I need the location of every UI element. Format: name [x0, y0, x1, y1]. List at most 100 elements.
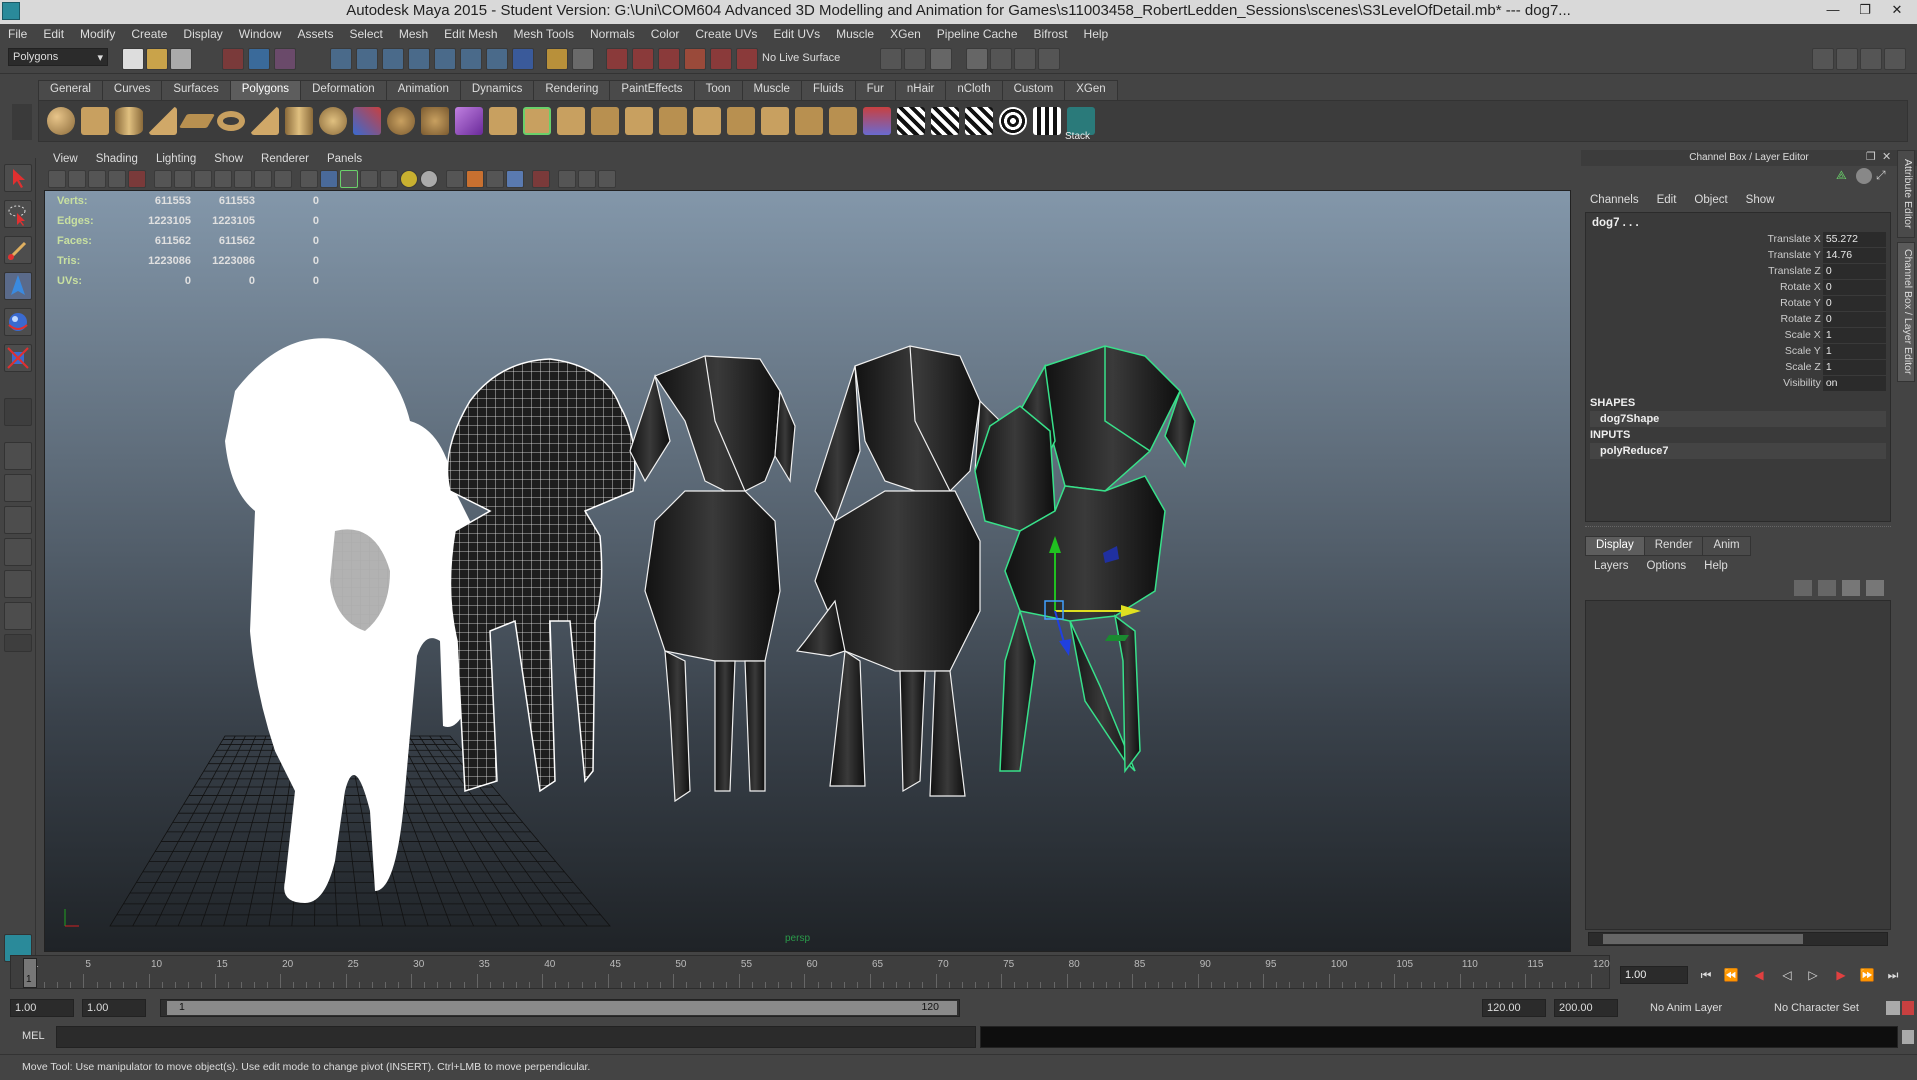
image-plane-icon[interactable]: [108, 170, 126, 188]
scale-tool-icon[interactable]: [4, 344, 32, 372]
new-scene-icon[interactable]: [122, 48, 144, 70]
menu-file[interactable]: File: [0, 27, 35, 41]
persp-graph-hypershade-layout-icon[interactable]: [4, 602, 32, 630]
resolution-gate-icon[interactable]: [194, 170, 212, 188]
poly-cylinder-icon[interactable]: [115, 107, 143, 135]
paint-select-tool-icon[interactable]: [4, 236, 32, 264]
shelf-tab-ncloth[interactable]: nCloth: [945, 80, 1003, 100]
channel-box-menu-edit[interactable]: Edit: [1648, 194, 1686, 206]
dog-model-low-poly[interactable]: [629, 355, 796, 803]
scrollbar-thumb[interactable]: [1603, 934, 1803, 944]
poly-cube-icon[interactable]: [81, 107, 109, 135]
shelf-tab-xgen[interactable]: XGen: [1064, 80, 1118, 100]
poly-plane-icon[interactable]: [178, 114, 216, 128]
insert-edge-loop-icon[interactable]: [693, 107, 721, 135]
mirror-icon[interactable]: [489, 107, 517, 135]
shelf-tab-toon[interactable]: Toon: [693, 80, 743, 100]
planar-map-icon[interactable]: [931, 107, 959, 135]
go-to-end-button[interactable]: ⏭: [1882, 964, 1904, 986]
poly-sphere-icon[interactable]: [47, 107, 75, 135]
automatic-map-icon[interactable]: [1033, 107, 1061, 135]
attr-translate-y[interactable]: Translate Y 14.76: [1586, 247, 1886, 263]
render-settings-icon[interactable]: [658, 48, 680, 70]
poly-soccer-ball-icon[interactable]: [319, 107, 347, 135]
new-layer-icon[interactable]: [1842, 580, 1860, 596]
menu-mesh-tools[interactable]: Mesh Tools: [506, 27, 582, 41]
menu-pipeline-cache[interactable]: Pipeline Cache: [929, 27, 1026, 41]
render-current-icon[interactable]: [606, 48, 628, 70]
select-tool-icon[interactable]: [4, 164, 32, 192]
go-to-start-button[interactable]: ⏮: [1695, 964, 1717, 986]
save-scene-icon[interactable]: [170, 48, 192, 70]
current-time-field[interactable]: 1.00: [1620, 966, 1688, 984]
four-view-layout-icon[interactable]: [4, 474, 32, 502]
move-layer-up-icon[interactable]: [1794, 580, 1812, 596]
attr-rotate-x[interactable]: Rotate X0: [1586, 279, 1886, 295]
playback-start-field[interactable]: 1.00: [82, 999, 146, 1017]
viewport-menu-lighting[interactable]: Lighting: [147, 153, 205, 165]
shadows-icon[interactable]: [420, 170, 438, 188]
shelf-tab-curves[interactable]: Curves: [101, 80, 163, 100]
extract-icon[interactable]: [455, 107, 483, 135]
anim-layer-dropdown[interactable]: No Anim Layer: [1630, 999, 1750, 1017]
gate-mask-icon[interactable]: [214, 170, 232, 188]
script-editor-icon[interactable]: [1902, 1030, 1914, 1044]
dog-model-wireframe[interactable]: [446, 358, 636, 793]
layout-more-icon[interactable]: [4, 634, 32, 652]
smooth-shade-icon[interactable]: [320, 170, 338, 188]
wireframe-icon[interactable]: [300, 170, 318, 188]
step-back-frame-button[interactable]: ⏪: [1720, 964, 1742, 986]
viewport-menu-show[interactable]: Show: [205, 153, 252, 165]
xray-joints-icon[interactable]: [578, 170, 596, 188]
menu-edit-mesh[interactable]: Edit Mesh: [436, 27, 505, 41]
layer-tab-anim[interactable]: Anim: [1702, 536, 1751, 556]
poly-pyramid-icon[interactable]: [251, 107, 279, 135]
menu-help[interactable]: Help: [1076, 27, 1117, 41]
float-panel-icon[interactable]: ❐: [1866, 150, 1880, 164]
shelf-tab-custom[interactable]: Custom: [1001, 80, 1066, 100]
menu-create[interactable]: Create: [123, 27, 175, 41]
shelf-tab-nhair[interactable]: nHair: [894, 80, 947, 100]
menu-bifrost[interactable]: Bifrost: [1026, 27, 1076, 41]
sculpt-geometry-icon[interactable]: [863, 107, 891, 135]
attr-translate-x[interactable]: Translate X 55.272: [1586, 231, 1886, 247]
shelf-menu-icon[interactable]: [12, 104, 32, 140]
xray-icon[interactable]: [558, 170, 576, 188]
safe-action-icon[interactable]: [254, 170, 272, 188]
menu-display[interactable]: Display: [175, 27, 230, 41]
step-forward-key-button[interactable]: ▶: [1830, 964, 1852, 986]
viewport-menu-view[interactable]: View: [44, 153, 87, 165]
rotate-tool-icon[interactable]: [4, 308, 32, 336]
textured-icon[interactable]: [360, 170, 378, 188]
menu-xgen[interactable]: XGen: [882, 27, 929, 41]
dog-model-selected-lowest-poly[interactable]: [974, 345, 1196, 774]
layer-menu-options[interactable]: Options: [1638, 560, 1696, 572]
attr-scale-z[interactable]: Scale Z1: [1586, 359, 1886, 375]
shape-node-item[interactable]: dog7Shape: [1590, 411, 1886, 427]
reduce-icon[interactable]: [523, 107, 551, 135]
shelf-tab-rendering[interactable]: Rendering: [533, 80, 611, 100]
select-component-icon[interactable]: [274, 48, 296, 70]
move-layer-down-icon[interactable]: [1818, 580, 1836, 596]
smooth-icon[interactable]: [421, 107, 449, 135]
safe-title-icon[interactable]: [274, 170, 292, 188]
menu-normals[interactable]: Normals: [582, 27, 643, 41]
channel-box-tab[interactable]: Channel Box / Layer Editor: [1897, 242, 1915, 382]
spherical-map-icon[interactable]: [999, 107, 1027, 135]
input-node-item[interactable]: polyReduce7: [1590, 443, 1886, 459]
layer-menu-layers[interactable]: Layers: [1585, 560, 1638, 572]
panel-splitter[interactable]: [1585, 526, 1891, 532]
workspace-icon-1[interactable]: [1812, 48, 1834, 70]
play-backwards-button[interactable]: ◁: [1776, 964, 1798, 986]
snap-point-icon[interactable]: [382, 48, 404, 70]
snap-surface-icon[interactable]: [434, 48, 456, 70]
menu-edit-uvs[interactable]: Edit UVs: [765, 27, 828, 41]
snap-grid-icon[interactable]: [330, 48, 352, 70]
select-by-name-icon[interactable]: [904, 48, 926, 70]
anim-preferences-icon[interactable]: [1902, 1001, 1914, 1015]
menu-color[interactable]: Color: [643, 27, 688, 41]
sidebar-toggle-icon[interactable]: [930, 48, 952, 70]
step-back-key-button[interactable]: ◀: [1748, 964, 1770, 986]
ambient-occlusion-icon[interactable]: [446, 170, 464, 188]
select-camera-icon[interactable]: [48, 170, 66, 188]
